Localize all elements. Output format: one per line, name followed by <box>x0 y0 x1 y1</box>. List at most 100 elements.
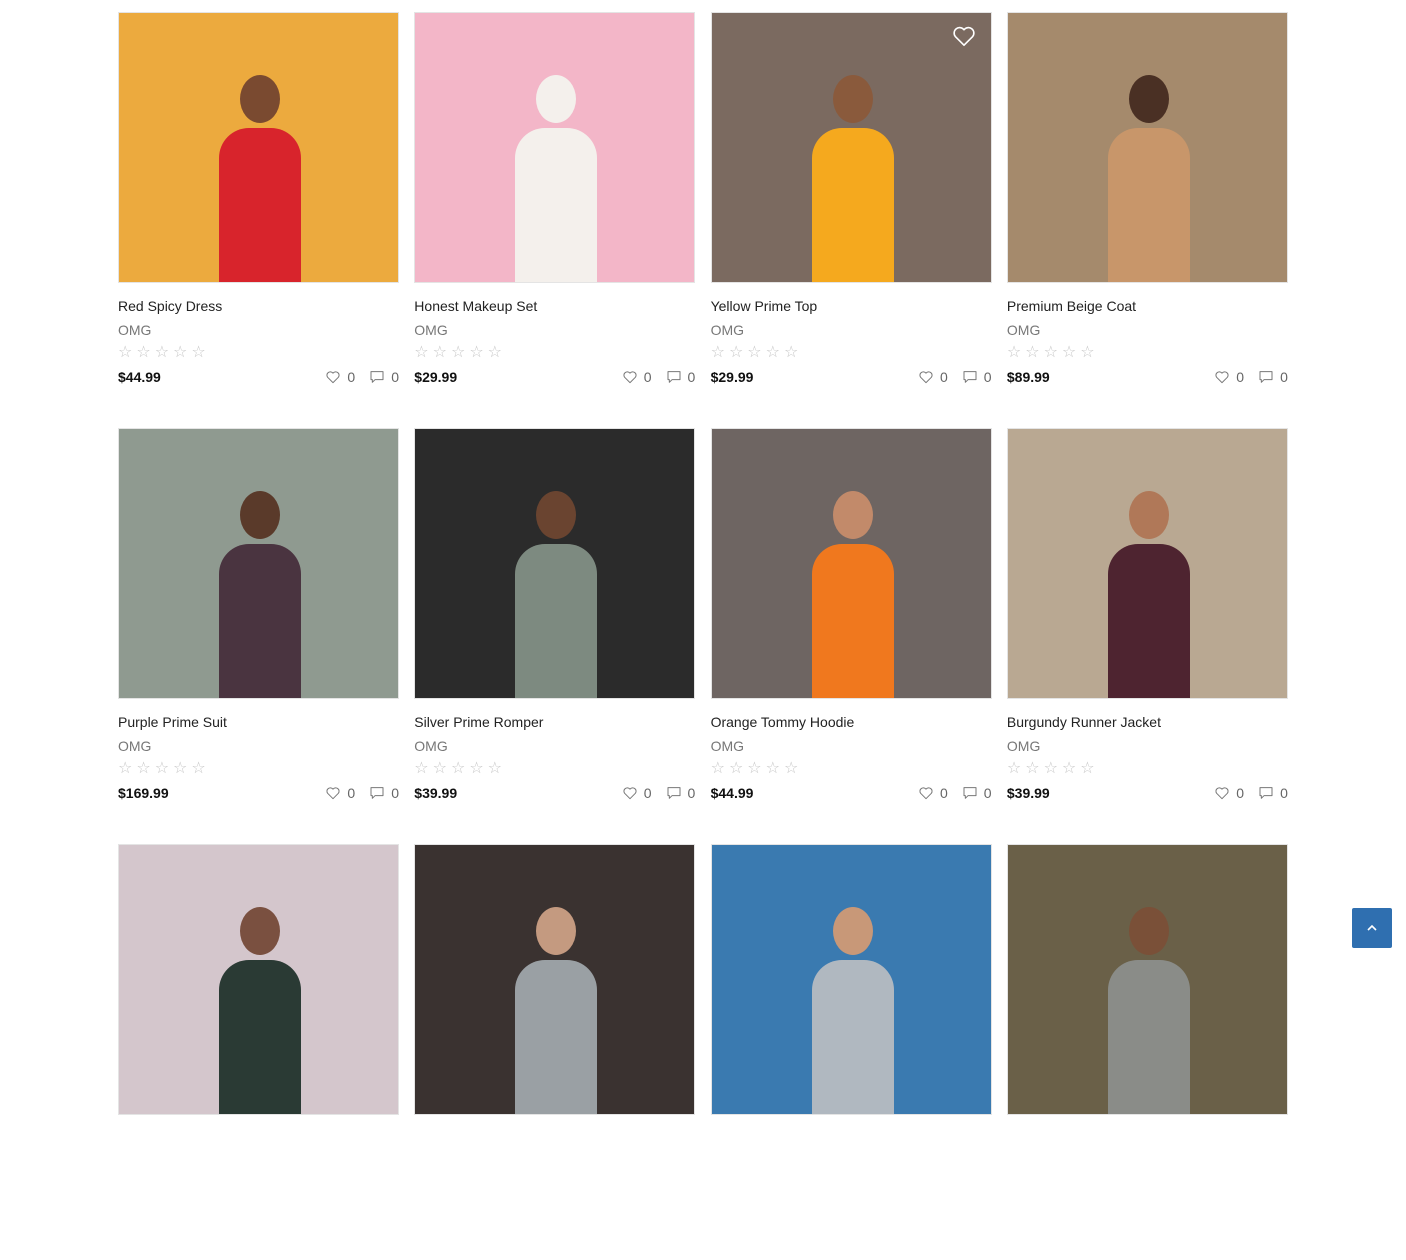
product-card[interactable]: Red Spicy Dress OMG ☆ ☆ ☆ ☆ ☆ $44.99 0 0 <box>118 12 399 428</box>
star-outline-icon[interactable]: ☆ <box>433 344 447 362</box>
star-outline-icon[interactable]: ☆ <box>1062 760 1076 778</box>
product-title[interactable]: Orange Tommy Hoodie <box>711 713 992 731</box>
product-title[interactable]: Red Spicy Dress <box>118 297 399 315</box>
product-title[interactable]: Yellow Prime Top <box>711 297 992 315</box>
star-outline-icon[interactable]: ☆ <box>1007 344 1021 362</box>
star-outline-icon[interactable]: ☆ <box>729 760 743 778</box>
heart-outline-icon[interactable] <box>622 785 638 801</box>
star-outline-icon[interactable]: ☆ <box>155 344 169 362</box>
product-brand[interactable]: OMG <box>711 737 992 755</box>
star-outline-icon[interactable]: ☆ <box>191 760 205 778</box>
product-image[interactable] <box>118 428 399 699</box>
star-outline-icon[interactable]: ☆ <box>766 344 780 362</box>
product-brand[interactable]: OMG <box>414 737 695 755</box>
product-image[interactable] <box>710 844 992 1115</box>
heart-outline-icon[interactable] <box>325 369 341 385</box>
product-brand[interactable]: OMG <box>414 321 695 339</box>
product-image[interactable] <box>118 844 399 1115</box>
rating-stars[interactable]: ☆ ☆ ☆ ☆ ☆ <box>1007 760 1288 778</box>
star-outline-icon[interactable]: ☆ <box>118 344 132 362</box>
wishlist-icon[interactable] <box>951 23 977 49</box>
product-image[interactable] <box>710 428 992 699</box>
star-outline-icon[interactable]: ☆ <box>118 760 132 778</box>
star-outline-icon[interactable]: ☆ <box>1062 344 1076 362</box>
heart-outline-icon[interactable] <box>1214 369 1230 385</box>
product-card[interactable] <box>710 844 992 1260</box>
star-outline-icon[interactable]: ☆ <box>414 344 428 362</box>
scroll-to-top-button[interactable] <box>1352 908 1392 948</box>
star-outline-icon[interactable]: ☆ <box>469 760 483 778</box>
product-card[interactable]: Yellow Prime Top OMG ☆ ☆ ☆ ☆ ☆ $29.99 0 0 <box>710 12 992 428</box>
star-outline-icon[interactable]: ☆ <box>488 344 502 362</box>
product-card[interactable]: Premium Beige Coat OMG ☆ ☆ ☆ ☆ ☆ $89.99 0 0 <box>1006 12 1288 428</box>
product-title[interactable]: Burgundy Runner Jacket <box>1007 713 1288 731</box>
comment-icon[interactable] <box>369 785 385 801</box>
heart-outline-icon[interactable] <box>918 369 934 385</box>
product-title[interactable]: Honest Makeup Set <box>414 297 695 315</box>
product-image[interactable] <box>710 12 992 283</box>
product-image[interactable] <box>1006 844 1288 1115</box>
star-outline-icon[interactable]: ☆ <box>1007 760 1021 778</box>
rating-stars[interactable]: ☆ ☆ ☆ ☆ ☆ <box>711 344 992 362</box>
rating-stars[interactable]: ☆ ☆ ☆ ☆ ☆ <box>118 344 399 362</box>
product-card[interactable] <box>1006 844 1288 1260</box>
star-outline-icon[interactable]: ☆ <box>1044 344 1058 362</box>
star-outline-icon[interactable]: ☆ <box>784 760 798 778</box>
star-outline-icon[interactable]: ☆ <box>191 344 205 362</box>
star-outline-icon[interactable]: ☆ <box>136 344 150 362</box>
rating-stars[interactable]: ☆ ☆ ☆ ☆ ☆ <box>414 760 695 778</box>
star-outline-icon[interactable]: ☆ <box>1025 760 1039 778</box>
star-outline-icon[interactable]: ☆ <box>1080 760 1094 778</box>
comment-icon[interactable] <box>962 785 978 801</box>
star-outline-icon[interactable]: ☆ <box>173 760 187 778</box>
product-card[interactable] <box>414 844 696 1260</box>
rating-stars[interactable]: ☆ ☆ ☆ ☆ ☆ <box>711 760 992 778</box>
comment-icon[interactable] <box>962 369 978 385</box>
star-outline-icon[interactable]: ☆ <box>729 344 743 362</box>
star-outline-icon[interactable]: ☆ <box>451 344 465 362</box>
star-outline-icon[interactable]: ☆ <box>784 344 798 362</box>
product-card[interactable]: Honest Makeup Set OMG ☆ ☆ ☆ ☆ ☆ $29.99 0 0 <box>414 12 696 428</box>
product-card[interactable] <box>118 844 399 1260</box>
rating-stars[interactable]: ☆ ☆ ☆ ☆ ☆ <box>414 344 695 362</box>
star-outline-icon[interactable]: ☆ <box>1044 760 1058 778</box>
comment-icon[interactable] <box>666 369 682 385</box>
star-outline-icon[interactable]: ☆ <box>173 344 187 362</box>
star-outline-icon[interactable]: ☆ <box>414 760 428 778</box>
star-outline-icon[interactable]: ☆ <box>747 760 761 778</box>
product-title[interactable]: Silver Prime Romper <box>414 713 695 731</box>
comment-icon[interactable] <box>1258 785 1274 801</box>
star-outline-icon[interactable]: ☆ <box>711 760 725 778</box>
star-outline-icon[interactable]: ☆ <box>136 760 150 778</box>
rating-stars[interactable]: ☆ ☆ ☆ ☆ ☆ <box>1007 344 1288 362</box>
product-image[interactable] <box>1006 428 1288 699</box>
product-brand[interactable]: OMG <box>1007 321 1288 339</box>
heart-outline-icon[interactable] <box>622 369 638 385</box>
product-image[interactable] <box>414 428 696 699</box>
star-outline-icon[interactable]: ☆ <box>711 344 725 362</box>
star-outline-icon[interactable]: ☆ <box>1025 344 1039 362</box>
product-brand[interactable]: OMG <box>1007 737 1288 755</box>
star-outline-icon[interactable]: ☆ <box>1080 344 1094 362</box>
heart-outline-icon[interactable] <box>918 785 934 801</box>
star-outline-icon[interactable]: ☆ <box>488 760 502 778</box>
product-title[interactable]: Premium Beige Coat <box>1007 297 1288 315</box>
heart-outline-icon[interactable] <box>1214 785 1230 801</box>
product-brand[interactable]: OMG <box>118 321 399 339</box>
star-outline-icon[interactable]: ☆ <box>469 344 483 362</box>
product-image[interactable] <box>414 12 696 283</box>
product-card[interactable]: Purple Prime Suit OMG ☆ ☆ ☆ ☆ ☆ $169.99 0 0 <box>118 428 399 844</box>
product-image[interactable] <box>414 844 696 1115</box>
comment-icon[interactable] <box>369 369 385 385</box>
heart-outline-icon[interactable] <box>325 785 341 801</box>
product-title[interactable]: Purple Prime Suit <box>118 713 399 731</box>
product-brand[interactable]: OMG <box>711 321 992 339</box>
comment-icon[interactable] <box>1258 369 1274 385</box>
star-outline-icon[interactable]: ☆ <box>766 760 780 778</box>
star-outline-icon[interactable]: ☆ <box>155 760 169 778</box>
product-brand[interactable]: OMG <box>118 737 399 755</box>
product-card[interactable]: Silver Prime Romper OMG ☆ ☆ ☆ ☆ ☆ $39.99 0 0 <box>414 428 696 844</box>
product-image[interactable] <box>1006 12 1288 283</box>
star-outline-icon[interactable]: ☆ <box>747 344 761 362</box>
rating-stars[interactable]: ☆ ☆ ☆ ☆ ☆ <box>118 760 399 778</box>
